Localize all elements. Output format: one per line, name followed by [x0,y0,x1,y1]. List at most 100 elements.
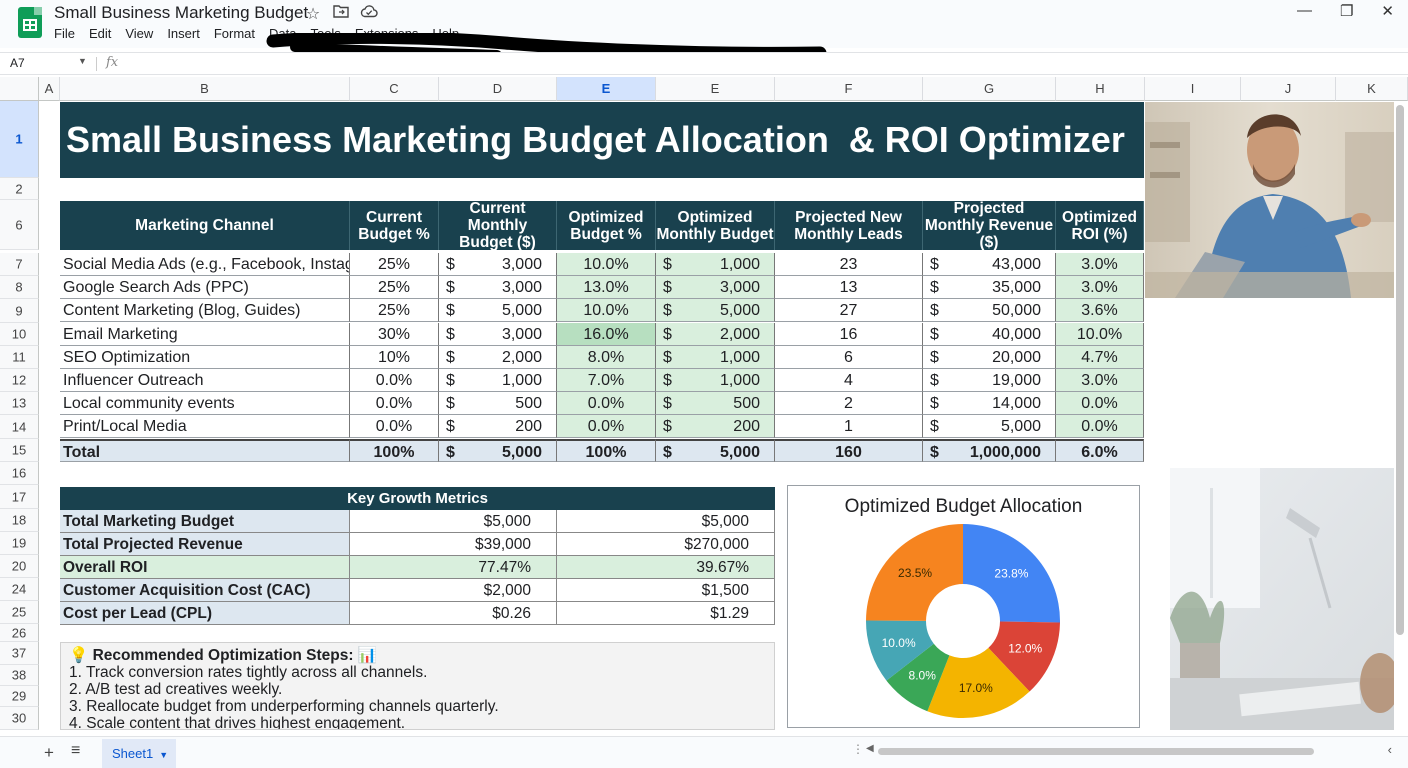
name-box[interactable]: A7 [10,56,25,70]
row-header[interactable]: 37 [0,642,39,665]
current-budget-pct-cell[interactable]: 10% [350,346,439,369]
metric-optimized-value[interactable]: $270,000 [557,533,775,556]
optimized-roi-cell[interactable]: 0.0% [1056,392,1144,415]
current-budget-pct-cell[interactable]: 30% [350,323,439,346]
header-projected-revenue[interactable]: Projected Monthly Revenue ($) [923,200,1056,251]
cloud-icon[interactable] [359,4,379,24]
channel-cell[interactable]: Total [60,439,350,462]
projected-revenue-cell[interactable]: $14,000 [923,392,1056,415]
optimized-budget-pct-cell[interactable]: 8.0% [557,346,656,369]
optimized-budget-cell[interactable]: $5,000 [656,299,775,322]
row-header[interactable]: 14 [0,415,39,439]
projected-leads-cell[interactable]: 16 [775,323,923,346]
minimize-icon[interactable]: — [1297,2,1312,20]
projected-leads-cell[interactable]: 4 [775,369,923,392]
channel-cell[interactable]: Google Search Ads (PPC) [60,276,350,299]
drag-handle-icon[interactable]: ⋮ [852,742,864,756]
projected-leads-cell[interactable]: 6 [775,346,923,369]
optimized-roi-cell[interactable]: 3.6% [1056,299,1144,322]
header-optimized-monthly-budget[interactable]: Optimized Monthly Budget [656,201,775,250]
channel-cell[interactable]: SEO Optimization [60,346,350,369]
optimized-budget-pct-cell[interactable]: 100% [557,439,656,462]
current-budget-pct-cell[interactable]: 0.0% [350,369,439,392]
current-budget-cell[interactable]: $1,000 [439,369,557,392]
optimized-budget-pct-cell[interactable]: 0.0% [557,415,656,438]
optimized-budget-cell[interactable]: $2,000 [656,323,775,346]
optimized-budget-pct-cell[interactable]: 0.0% [557,392,656,415]
column-header-c[interactable]: C [350,77,439,101]
optimized-budget-cell[interactable]: $1,000 [656,369,775,392]
scroll-left-icon[interactable]: ◀ [866,743,874,754]
column-header-e-selected[interactable]: E [557,77,656,101]
row-header[interactable]: 7 [0,253,39,276]
row-header[interactable]: 10 [0,323,39,346]
channel-cell[interactable]: Influencer Outreach [60,369,350,392]
channel-cell[interactable]: Local community events [60,392,350,415]
add-sheet-icon[interactable]: + [44,743,54,763]
metric-optimized-value[interactable]: $1,500 [557,579,775,602]
menu-format[interactable]: Format [214,26,255,41]
optimized-budget-cell[interactable]: $3,000 [656,276,775,299]
optimized-budget-cell[interactable]: $200 [656,415,775,438]
current-budget-pct-cell[interactable]: 0.0% [350,392,439,415]
sheets-logo-icon[interactable] [18,7,42,38]
folder-icon[interactable] [331,4,351,24]
row-header[interactable]: 9 [0,299,39,323]
row-header[interactable]: 12 [0,369,39,392]
projected-leads-cell[interactable]: 13 [775,276,923,299]
select-all-corner[interactable] [0,77,39,101]
menu-view[interactable]: View [125,26,153,41]
current-budget-pct-cell[interactable]: 0.0% [350,415,439,438]
metric-current-value[interactable]: 77.47% [350,556,557,579]
row-header[interactable]: 1 [0,101,39,178]
row-header[interactable]: 6 [0,200,39,250]
projected-revenue-cell[interactable]: $20,000 [923,346,1056,369]
metric-current-value[interactable]: $0.26 [350,602,557,625]
projected-revenue-cell[interactable]: $40,000 [923,323,1056,346]
row-header[interactable]: 2 [0,178,39,200]
row-header[interactable]: 16 [0,462,39,485]
all-sheets-menu-icon[interactable]: ≡ [71,742,80,760]
current-budget-cell[interactable]: $2,000 [439,346,557,369]
chevron-down-icon[interactable]: ▼ [78,56,87,66]
current-budget-cell[interactable]: $5,000 [439,439,557,462]
row-header[interactable]: 29 [0,686,39,707]
metric-optimized-value[interactable]: $5,000 [557,510,775,533]
metric-optimized-value[interactable]: $1.29 [557,602,775,625]
optimized-roi-cell[interactable]: 3.0% [1056,253,1144,276]
close-icon[interactable]: ✕ [1381,2,1394,20]
star-icon[interactable]: ☆ [303,4,323,24]
column-header-h[interactable]: H [1056,77,1145,101]
column-header-k[interactable]: K [1336,77,1408,101]
optimized-budget-cell[interactable]: $500 [656,392,775,415]
projected-leads-cell[interactable]: 2 [775,392,923,415]
chevron-down-icon[interactable]: ▼ [159,750,168,760]
projected-revenue-cell[interactable]: $43,000 [923,253,1056,276]
current-budget-cell[interactable]: $500 [439,392,557,415]
header-current-budget-pct[interactable]: Current Budget % [350,201,439,250]
current-budget-cell[interactable]: $5,000 [439,299,557,322]
optimized-budget-cell[interactable]: $1,000 [656,253,775,276]
column-header-g[interactable]: G [923,77,1056,101]
header-marketing-channel[interactable]: Marketing Channel [60,201,350,250]
metric-label[interactable]: Cost per Lead (CPL) [60,602,350,625]
row-header[interactable]: 18 [0,509,39,532]
sheet-title-banner[interactable]: Small Business Marketing Budget Allocati… [60,102,1144,178]
restore-icon[interactable]: ❐ [1340,2,1353,20]
metric-current-value[interactable]: $5,000 [350,510,557,533]
sheet-tab-sheet1[interactable]: Sheet1 ▼ [102,739,176,768]
column-header-b[interactable]: B [60,77,350,101]
header-current-monthly-budget[interactable]: Current Monthly Budget ($) [439,200,557,251]
row-header[interactable]: 38 [0,665,39,686]
allocation-chart[interactable]: Optimized Budget Allocation 23.8% 12.0% 17… [787,485,1140,728]
menu-insert[interactable]: Insert [167,26,200,41]
projected-revenue-cell[interactable]: $35,000 [923,276,1056,299]
optimized-roi-cell[interactable]: 0.0% [1056,415,1144,438]
optimized-roi-cell[interactable]: 3.0% [1056,369,1144,392]
optimized-budget-cell[interactable]: $5,000 [656,439,775,462]
current-budget-pct-cell[interactable]: 25% [350,276,439,299]
collapse-side-panel-icon[interactable]: ‹ [1388,742,1392,757]
current-budget-pct-cell[interactable]: 100% [350,439,439,462]
row-header[interactable]: 24 [0,578,39,601]
current-budget-cell[interactable]: $3,000 [439,253,557,276]
